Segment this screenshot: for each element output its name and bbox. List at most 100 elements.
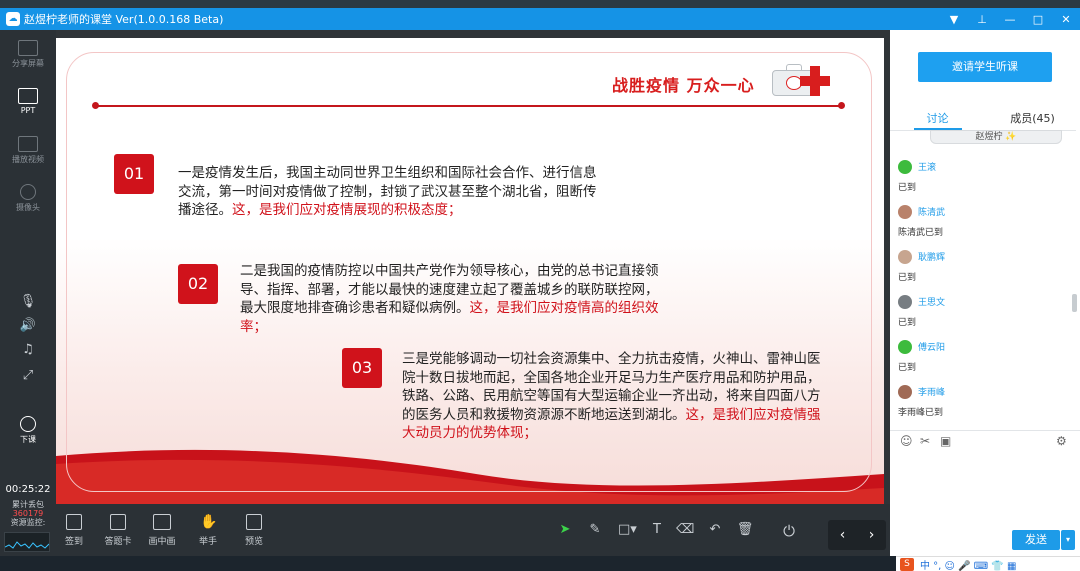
point-number-03: 03 <box>342 348 382 388</box>
pointer-tool-icon[interactable]: ➤ <box>556 522 574 537</box>
maximize-button[interactable]: □ <box>1024 13 1052 26</box>
avatar[interactable] <box>898 160 912 174</box>
packet-loss-value: 360179 <box>12 509 44 518</box>
eraser-tool-icon[interactable]: ⌫ <box>676 522 694 537</box>
message-text: 已到 <box>898 183 917 193</box>
raise-hand-label: 举手 <box>198 537 217 547</box>
app-window: ☁ 赵煜柠老师的课堂 Ver(1.0.0.168 Beta) ▼ ⊥ — □ ✕… <box>0 0 1080 571</box>
scissors-icon[interactable]: ✂ <box>920 434 930 448</box>
point-number-02: 02 <box>178 264 218 304</box>
share-screen-button[interactable]: 分享屏幕 <box>0 40 56 69</box>
ppt-icon <box>18 88 38 104</box>
message-text: 已到 <box>898 363 917 373</box>
taskbar-strip <box>0 556 896 571</box>
sender-name[interactable]: 李雨峰 <box>918 385 945 398</box>
chat-list[interactable]: 王滚 已到 陈清武 陈清武已到 耿鹏辉 已到 王思文 已到 傅云阳 已到 李雨峰… <box>890 156 1076 428</box>
avatar[interactable] <box>898 205 912 219</box>
rule-dot-right <box>838 102 845 109</box>
point-text-02: 二是我国的疫情防控以中国共产党作为领导核心，由党的总书记直接领导、指挥、部署，才… <box>240 262 668 336</box>
avatar[interactable] <box>898 385 912 399</box>
avatar[interactable] <box>898 295 912 309</box>
answer-card-icon <box>110 514 126 530</box>
preview-icon <box>246 514 262 530</box>
calendar-icon <box>66 514 82 530</box>
picture-in-picture-icon <box>153 514 171 530</box>
stop-icon[interactable]: ⏻ <box>780 522 798 540</box>
speaker-icon[interactable]: 🔊 <box>0 318 56 333</box>
share-screen-label: 分享屏幕 <box>12 59 44 68</box>
avatar[interactable] <box>898 250 912 264</box>
next-slide-button[interactable]: › <box>869 527 875 543</box>
sogou-logo-icon[interactable]: S <box>900 557 914 571</box>
preview-label: 预览 <box>244 537 263 547</box>
ime-toolbar: S 中 °, ☺ 🎤 ⌨ 👕 ▦ <box>896 556 1080 571</box>
tab-members[interactable]: 成员(45) <box>985 110 1080 126</box>
chat-message: 陈清武 陈清武已到 <box>890 201 1076 246</box>
network-stats: 累计丢包 360179 资源监控: <box>2 500 54 527</box>
ppt-slide: 战胜疫情 万众一心 01 一是疫情发生后，我国主动同世界卫生组织和国际社会合作、… <box>56 38 884 504</box>
camera-button[interactable]: 摄像头 <box>0 184 56 213</box>
send-button[interactable]: 发送 <box>1012 530 1060 550</box>
packet-loss-label: 累计丢包 <box>12 500 44 509</box>
text-tool-icon[interactable]: T <box>648 522 666 537</box>
pen-tool-icon[interactable]: ✎ <box>586 522 604 537</box>
ppt-label: PPT <box>20 106 36 115</box>
sign-in-button[interactable]: 签到 <box>54 514 94 547</box>
trash-icon[interactable]: 🗑 <box>736 522 754 537</box>
hand-icon: ✋ <box>200 514 218 530</box>
microphone-icon[interactable]: 🎙 <box>0 294 56 309</box>
end-class-button[interactable]: 下课 <box>0 416 56 445</box>
sender-name[interactable]: 王滚 <box>918 160 936 173</box>
sender-name[interactable]: 耿鹏辉 <box>918 250 945 263</box>
app-logo-icon: ☁ <box>6 12 20 26</box>
title-bar: ☁ 赵煜柠老师的课堂 Ver(1.0.0.168 Beta) ▼ ⊥ — □ ✕ <box>0 8 1080 30</box>
dropdown-icon[interactable]: ▼ <box>940 13 968 26</box>
pin-icon[interactable]: ⊥ <box>968 13 996 26</box>
chat-top-bubble: 赵煜柠 ✨ <box>930 130 1062 144</box>
monitor-wave <box>4 541 50 549</box>
music-icon[interactable]: ♫ <box>0 342 56 357</box>
invite-students-button[interactable]: 邀请学生听课 <box>918 52 1052 82</box>
class-timer: 00:25:22 <box>5 484 51 495</box>
settings-gear-icon[interactable]: ⚙ <box>1056 434 1067 448</box>
chat-message: 傅云阳 已到 <box>890 336 1076 381</box>
right-panel: 邀请学生听课 讨论 成员(45) 赵煜柠 ✨ 王滚 已到 陈清武 陈清武已到 耿… <box>890 30 1080 556</box>
camera-label: 摄像头 <box>16 203 40 212</box>
sign-in-label: 签到 <box>64 537 83 547</box>
message-text: 已到 <box>898 273 917 283</box>
tab-discussion[interactable]: 讨论 <box>890 110 985 126</box>
avatar[interactable] <box>898 340 912 354</box>
close-button[interactable]: ✕ <box>1052 13 1080 26</box>
undo-icon[interactable]: ↶ <box>706 522 724 537</box>
picture-in-picture-label: 画中画 <box>148 537 176 547</box>
send-options-button[interactable]: ▾ <box>1061 530 1075 550</box>
message-text: 李雨峰已到 <box>898 408 944 418</box>
chat-message: 耿鹏辉 已到 <box>890 246 1076 291</box>
resource-monitor-graph <box>4 532 50 552</box>
ime-status-icons[interactable]: 中 °, ☺ 🎤 ⌨ 👕 ▦ <box>920 557 1016 571</box>
ppt-button[interactable]: PPT <box>0 88 56 115</box>
play-video-button[interactable]: 播放视频 <box>0 136 56 165</box>
presentation-area: 战胜疫情 万众一心 01 一是疫情发生后，我国主动同世界卫生组织和国际社会合作、… <box>56 30 890 556</box>
sender-name[interactable]: 王思文 <box>918 295 945 308</box>
picture-in-picture-button[interactable]: 画中画 <box>142 514 182 547</box>
shape-tool-icon[interactable]: □▾ <box>618 522 637 537</box>
sender-name[interactable]: 陈清武 <box>918 205 945 218</box>
image-icon[interactable]: ▣ <box>940 434 951 448</box>
answer-card-button[interactable]: 答题卡 <box>98 514 138 547</box>
minimize-button[interactable]: — <box>996 13 1024 26</box>
chat-scrollbar[interactable] <box>1072 294 1077 312</box>
sender-name[interactable]: 傅云阳 <box>918 340 945 353</box>
end-class-label: 下课 <box>20 435 36 444</box>
title-rule <box>94 105 842 107</box>
point-highlight-01: 这，是我们应对疫情展现的积极态度； <box>232 202 462 218</box>
fullscreen-icon[interactable]: ⤢ <box>0 368 56 383</box>
rule-dot-left <box>92 102 99 109</box>
preview-button[interactable]: 预览 <box>234 514 274 547</box>
raise-hand-button[interactable]: ✋ 举手 <box>188 514 228 547</box>
bottom-toolbar: 签到 答题卡 画中画 ✋ 举手 预览 ➤ ✎ □▾ T ⌫ ↶ 🗑 ⏻ ‹ › <box>56 504 890 556</box>
emoji-icon[interactable]: ☺ <box>900 434 913 448</box>
chat-message: 王滚 已到 <box>890 156 1076 201</box>
prev-slide-button[interactable]: ‹ <box>840 527 846 543</box>
point-text-03: 三是党能够调动一切社会资源集中、全力抗击疫情，火神山、雷神山医院十数日拔地而起，… <box>402 350 830 443</box>
